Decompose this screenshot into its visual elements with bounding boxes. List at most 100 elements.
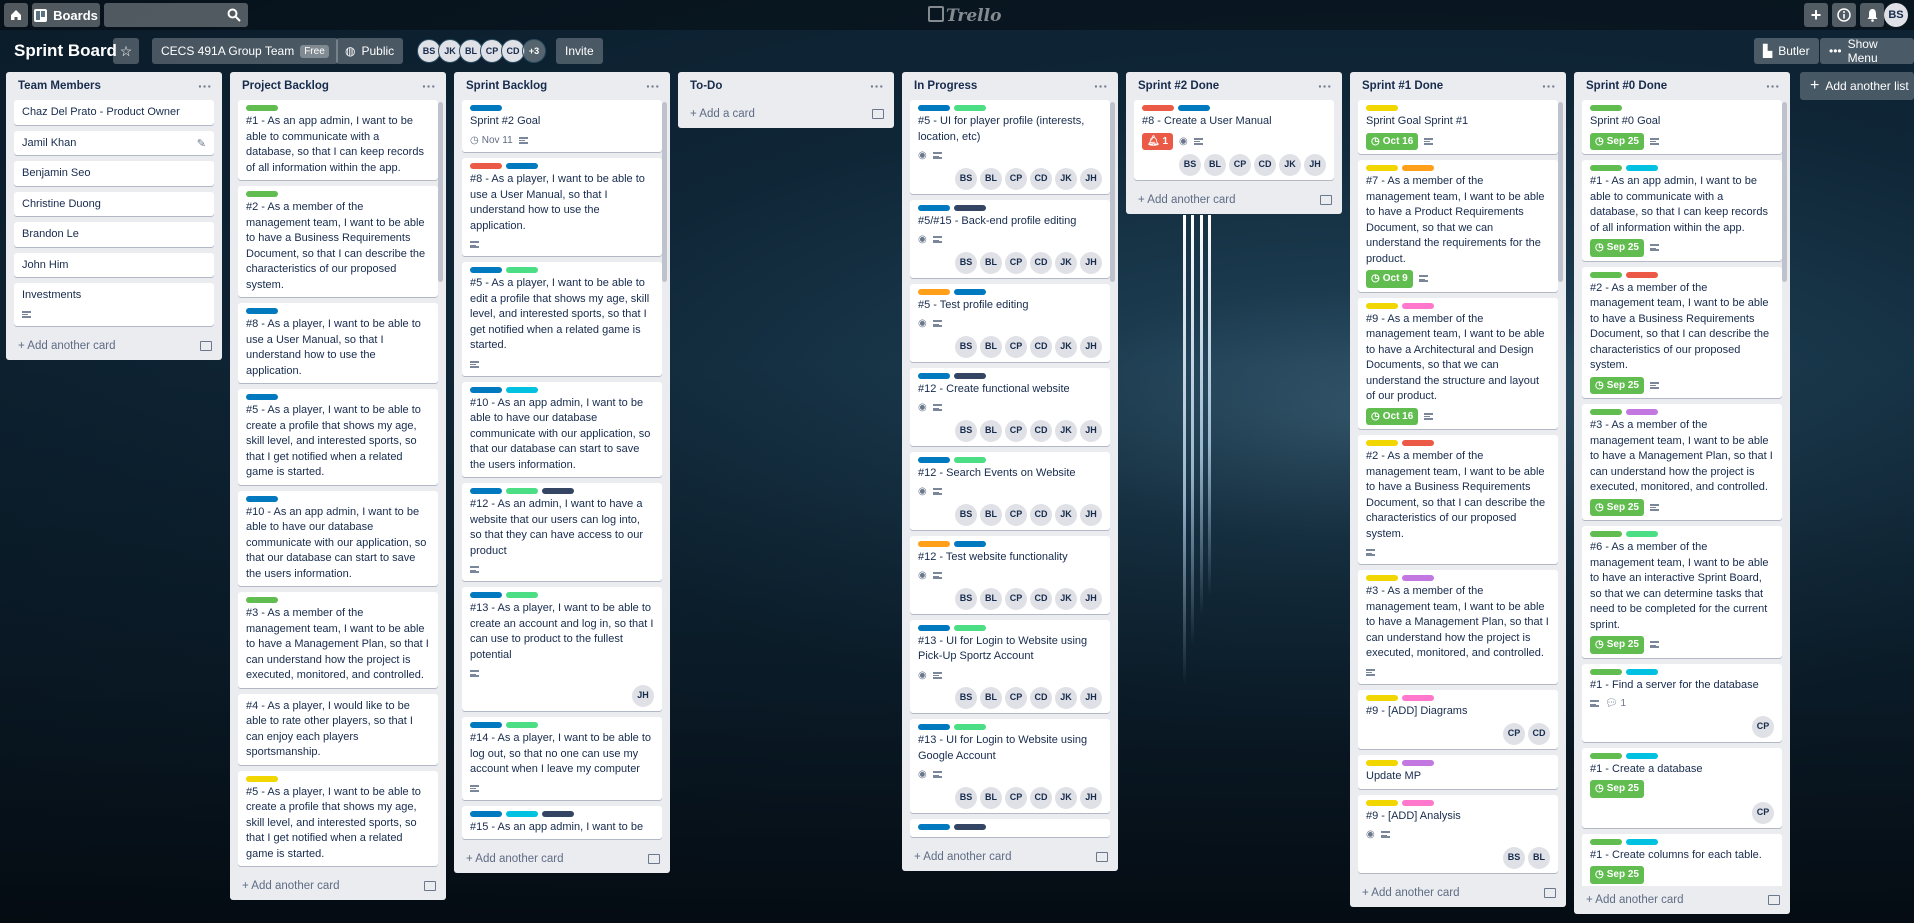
card[interactable]: Sprint #2 Goal ◷ Nov 11 bbox=[462, 100, 662, 152]
add-card-button[interactable]: + Add another card bbox=[902, 843, 1118, 871]
card-label[interactable] bbox=[1366, 760, 1398, 766]
card-label[interactable] bbox=[918, 288, 950, 295]
card-label[interactable] bbox=[918, 540, 950, 547]
list-header[interactable]: Sprint #0 Done ··· bbox=[1574, 72, 1790, 100]
user-avatar[interactable]: BS bbox=[1884, 3, 1908, 27]
list-menu-icon[interactable]: ··· bbox=[646, 78, 660, 94]
card-member-avatar[interactable]: CP bbox=[1005, 167, 1027, 190]
card-member-avatar[interactable]: CD bbox=[1528, 723, 1550, 745]
add-card-button[interactable]: + Add another card bbox=[1350, 879, 1566, 907]
card-template-icon[interactable] bbox=[1320, 195, 1332, 205]
list-menu-icon[interactable]: ··· bbox=[1542, 78, 1556, 94]
add-card-button[interactable]: + Add a card bbox=[678, 100, 894, 128]
card-label[interactable] bbox=[470, 722, 502, 728]
list-title[interactable]: Sprint #1 Done bbox=[1362, 80, 1443, 92]
card-label[interactable] bbox=[1590, 165, 1622, 171]
card-member-avatar[interactable]: CP bbox=[1005, 503, 1027, 526]
card-label[interactable] bbox=[954, 724, 986, 730]
card-label[interactable] bbox=[1626, 668, 1658, 675]
card-label[interactable] bbox=[1366, 694, 1398, 701]
card-label[interactable] bbox=[1590, 409, 1622, 415]
card-label[interactable] bbox=[506, 163, 538, 169]
card-template-icon[interactable] bbox=[1096, 851, 1108, 862]
card-member-avatar[interactable]: CD bbox=[1030, 419, 1052, 442]
card-label[interactable] bbox=[1178, 105, 1210, 111]
list-scrollbar[interactable] bbox=[662, 102, 667, 282]
card-member-avatar[interactable]: CP bbox=[1005, 587, 1027, 610]
star-button[interactable]: ☆ bbox=[113, 38, 139, 64]
card[interactable]: #6 - As a member of the management team,… bbox=[1582, 526, 1782, 658]
card[interactable]: #10 - As an app admin, I want to be able… bbox=[462, 381, 662, 477]
card[interactable]: #9 - As a member of the management team,… bbox=[1358, 297, 1558, 429]
card-member-avatar[interactable]: JH bbox=[1080, 587, 1102, 610]
card-label[interactable] bbox=[1626, 165, 1658, 171]
due-date-badge[interactable]: ◷ Sep 25 bbox=[1590, 636, 1644, 654]
card-member-avatar[interactable]: CD bbox=[1030, 587, 1052, 610]
card-member-avatar[interactable]: BS bbox=[955, 587, 977, 610]
card-member-avatar[interactable]: BL bbox=[980, 503, 1002, 526]
add-card-button[interactable]: + Add another card bbox=[1126, 186, 1342, 214]
card-label[interactable] bbox=[1366, 302, 1398, 309]
card[interactable]: Brandon Le bbox=[14, 222, 214, 247]
add-list-button[interactable]: + Add another list bbox=[1800, 72, 1914, 100]
card-member-avatar[interactable]: JH bbox=[1304, 154, 1326, 176]
card-label[interactable] bbox=[918, 624, 950, 631]
list-menu-icon[interactable]: ··· bbox=[1094, 78, 1108, 94]
card-label[interactable] bbox=[246, 597, 278, 603]
card-label[interactable] bbox=[470, 163, 502, 169]
card[interactable]: Update MP bbox=[1358, 755, 1558, 789]
card-label[interactable] bbox=[1142, 105, 1174, 111]
card-label[interactable] bbox=[918, 372, 950, 379]
card-member-avatar[interactable]: BL bbox=[980, 335, 1002, 358]
card-member-avatar[interactable]: JH bbox=[632, 685, 654, 707]
butler-button[interactable]: ▙ Butler bbox=[1754, 38, 1819, 64]
card-member-avatar[interactable]: BS bbox=[955, 786, 977, 809]
card-member-avatar[interactable]: CP bbox=[1229, 154, 1251, 176]
card-label[interactable] bbox=[506, 488, 538, 494]
card-member-avatar[interactable]: CD bbox=[1030, 335, 1052, 358]
card[interactable]: #10 - As an app admin, I want to be able… bbox=[238, 490, 438, 586]
add-card-button[interactable]: + Add another card bbox=[6, 332, 222, 360]
list-title[interactable]: Project Backlog bbox=[242, 80, 329, 92]
card-label[interactable] bbox=[918, 456, 950, 463]
card-member-avatar[interactable]: BS bbox=[955, 167, 977, 190]
card-member-avatar[interactable]: JH bbox=[1080, 251, 1102, 274]
due-date-badge[interactable]: ◷ Sep 25 bbox=[1590, 132, 1644, 150]
card-label[interactable] bbox=[506, 386, 538, 393]
list-menu-icon[interactable]: ··· bbox=[1766, 78, 1780, 94]
card-member-avatar[interactable]: BS bbox=[1179, 154, 1201, 176]
card-member-avatar[interactable]: JH bbox=[1080, 687, 1102, 709]
card-member-avatar[interactable]: BL bbox=[980, 419, 1002, 442]
list-title[interactable]: To-Do bbox=[690, 80, 722, 92]
card-label[interactable] bbox=[1366, 165, 1398, 171]
card-member-avatar[interactable]: JK bbox=[1055, 687, 1077, 709]
card-member-avatar[interactable]: CD bbox=[1030, 786, 1052, 809]
notification-badge[interactable]: 🔔︎ 1 bbox=[1142, 132, 1174, 150]
card-member-avatar[interactable]: BL bbox=[980, 167, 1002, 190]
card-member-avatar[interactable]: BL bbox=[980, 687, 1002, 709]
boards-button[interactable]: Boards bbox=[32, 3, 100, 27]
card-label[interactable] bbox=[1366, 105, 1398, 111]
card[interactable]: #8 - As a player, I want to be able to u… bbox=[238, 303, 438, 383]
card-member-avatar[interactable]: BS bbox=[955, 251, 977, 274]
card-member-avatar[interactable]: CP bbox=[1005, 419, 1027, 442]
card-member-avatar[interactable]: JK bbox=[1055, 419, 1077, 442]
show-menu-button[interactable]: ••• Show Menu bbox=[1820, 37, 1914, 65]
list-title[interactable]: Sprint Backlog bbox=[466, 80, 547, 92]
card[interactable]: #8 - Create a User Manual 🔔︎ 1 ◉ BS BL CP CD JK… bbox=[1134, 100, 1334, 180]
card-label[interactable] bbox=[954, 624, 986, 631]
due-date-badge[interactable]: ◷ Sep 25 bbox=[1590, 239, 1644, 257]
card[interactable]: #12 - Create functional website ◉ BS BL CP CD… bbox=[910, 367, 1110, 446]
card[interactable]: #2 - As a member of the management team,… bbox=[1582, 266, 1782, 398]
card-label[interactable] bbox=[1590, 271, 1622, 278]
notifications-button[interactable] bbox=[1860, 3, 1884, 27]
card-label[interactable] bbox=[1626, 752, 1658, 759]
card-label[interactable] bbox=[954, 456, 986, 463]
create-button[interactable]: + bbox=[1804, 3, 1828, 27]
due-date-badge[interactable]: ◷ Oct 16 bbox=[1366, 132, 1419, 150]
list-header[interactable]: Project Backlog ··· bbox=[230, 72, 446, 100]
card-template-icon[interactable] bbox=[424, 881, 436, 891]
card-member-avatar[interactable]: JK bbox=[1055, 587, 1077, 610]
card-template-icon[interactable] bbox=[1544, 887, 1556, 898]
due-date-badge[interactable]: ◷ Oct 9 bbox=[1366, 270, 1413, 288]
